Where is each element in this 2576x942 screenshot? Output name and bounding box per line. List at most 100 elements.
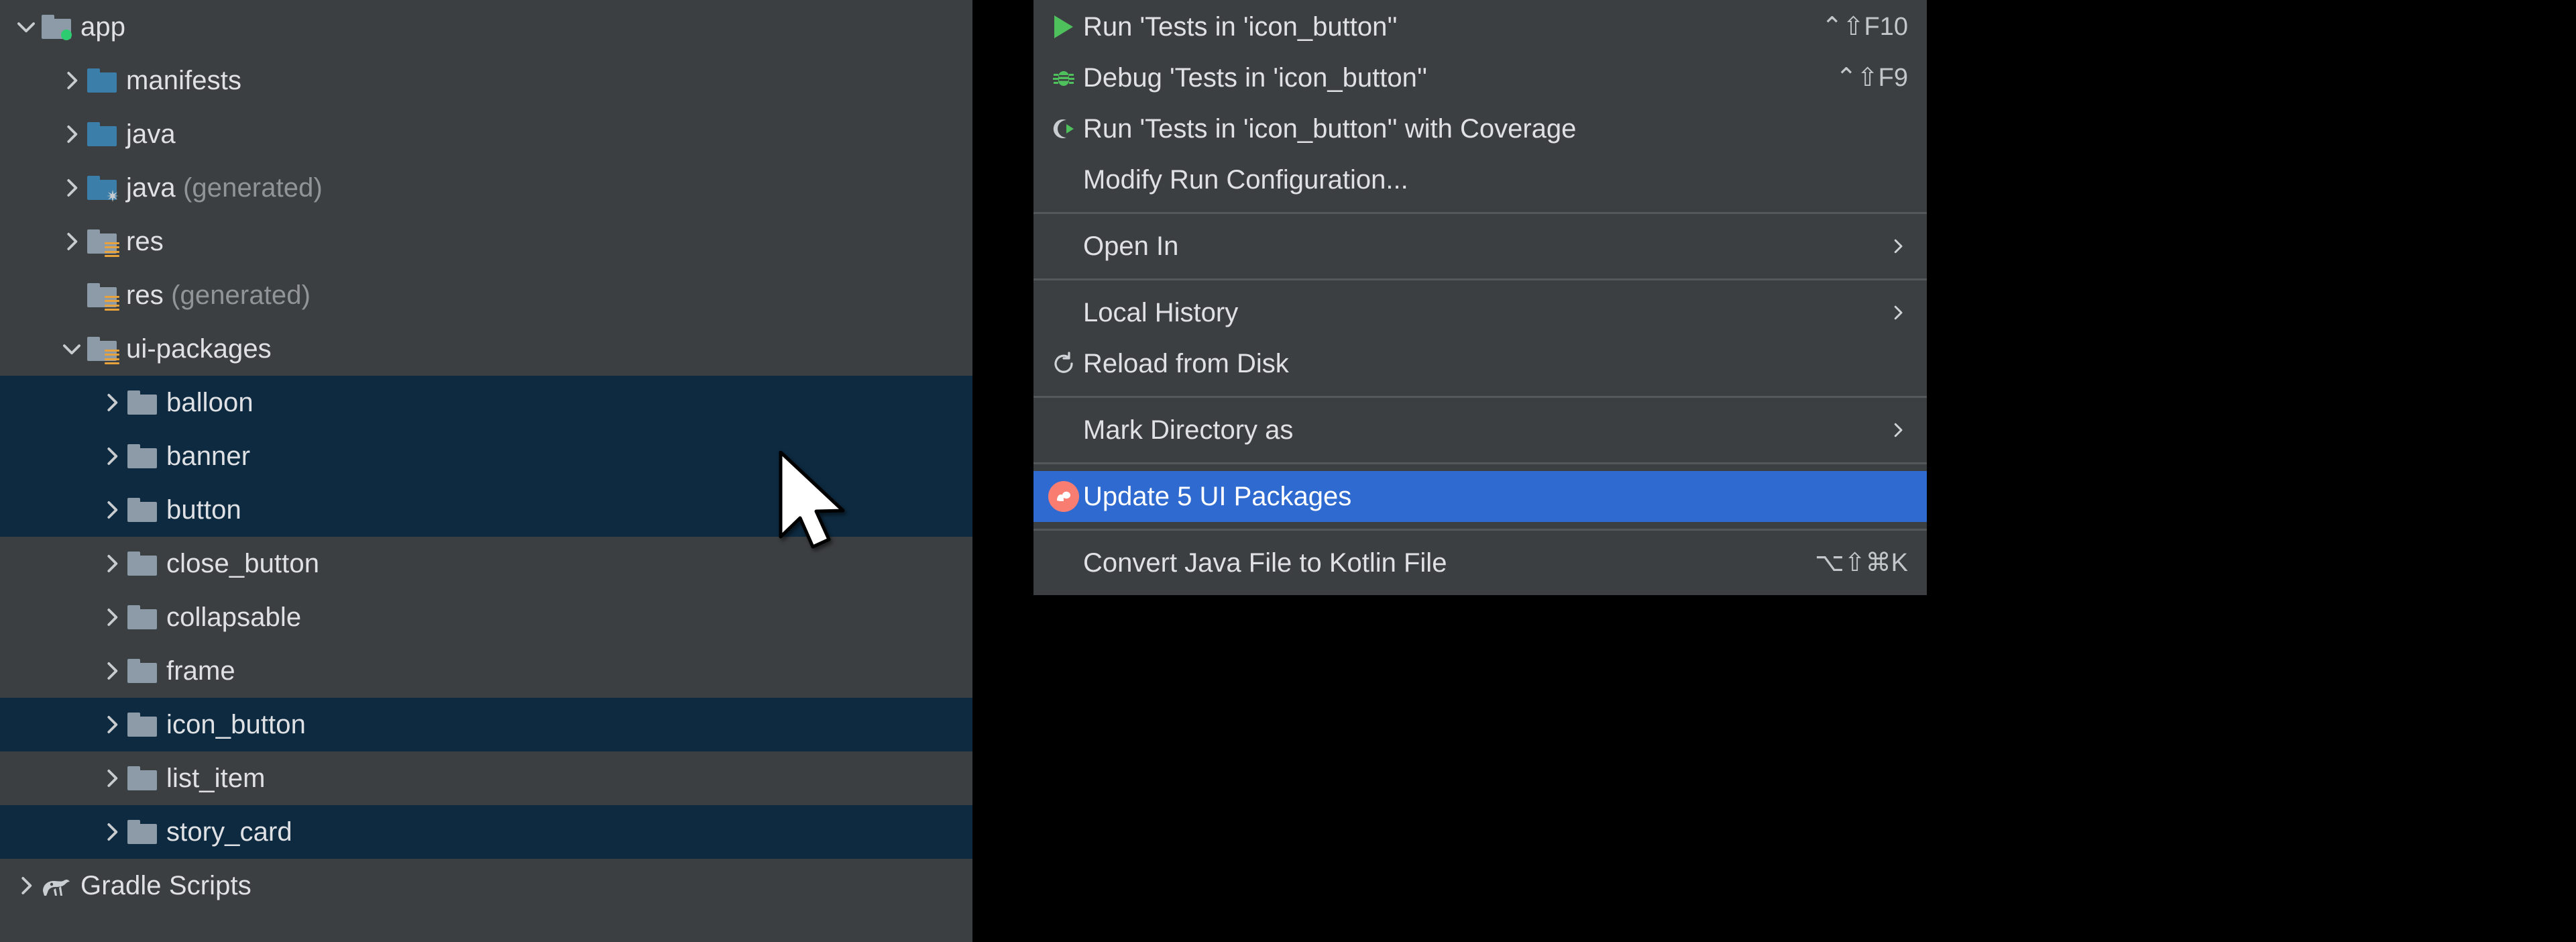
tree-row-icon-button[interactable]: icon_button	[0, 698, 972, 751]
tree-row-story-card[interactable]: story_card	[0, 805, 972, 859]
tree-row-balloon[interactable]: balloon	[0, 376, 972, 429]
folder-icon-wrap	[85, 331, 119, 366]
menu-item-shortcut: ⌃⇧F9	[1835, 64, 1908, 92]
folder-icon	[87, 176, 119, 202]
tree-row-label: balloon	[166, 388, 254, 417]
tree-row-label: close_button	[166, 549, 320, 578]
menu-item-label: Modify Run Configuration...	[1083, 165, 1408, 195]
tree-row-label: res	[126, 227, 164, 256]
tree-row-label: res (generated)	[126, 280, 311, 310]
chevron-right-icon[interactable]	[99, 819, 125, 845]
tree-row-label: icon_button	[166, 710, 306, 739]
menu-item-icon	[1044, 413, 1083, 448]
menu-group: Mark Directory as	[1033, 398, 1927, 462]
folder-icon-wrap	[125, 815, 160, 849]
folder-icon	[127, 659, 157, 683]
chevron-down-icon[interactable]	[59, 336, 85, 362]
folder-icon-wrap	[125, 546, 160, 581]
chevron-right-icon[interactable]	[99, 658, 125, 684]
folder-icon-wrap	[85, 63, 119, 98]
menu-group: Open In	[1033, 214, 1927, 278]
chevron-right-icon[interactable]	[59, 68, 85, 93]
chevron-right-icon[interactable]	[13, 873, 39, 898]
folder-icon-wrap	[85, 278, 119, 313]
project-tree-panel[interactable]: app manifests java java (generated) res res (…	[0, 0, 972, 942]
chevron-right-icon[interactable]	[99, 766, 125, 791]
tree-row-java[interactable]: java	[0, 107, 972, 161]
menu-item-label: Update 5 UI Packages	[1083, 482, 1352, 511]
chevron-right-icon[interactable]	[59, 229, 85, 254]
chevron-right-icon[interactable]	[59, 121, 85, 147]
folder-icon-wrap	[125, 653, 160, 688]
menu-item-mark-directory-as[interactable]: Mark Directory as	[1033, 405, 1927, 456]
menu-item-label: Run 'Tests in 'icon_button'' with Covera…	[1083, 114, 1577, 144]
chevron-right-icon[interactable]	[99, 443, 125, 469]
menu-item-debug-tests-in-icon-button[interactable]: Debug 'Tests in 'icon_button'' ⌃⇧F9	[1033, 52, 1927, 103]
chevron-right-icon[interactable]	[99, 605, 125, 630]
menu-item-icon	[1044, 162, 1083, 197]
tree-row-list-item[interactable]: list_item	[0, 751, 972, 805]
tree-row-label: Gradle Scripts	[80, 871, 251, 900]
menu-item-label: Mark Directory as	[1083, 415, 1294, 445]
menu-item-label: Convert Java File to Kotlin File	[1083, 548, 1447, 578]
tree-row-close-button[interactable]: close_button	[0, 537, 972, 590]
folder-icon	[42, 15, 72, 40]
context-menu[interactable]: Run 'Tests in 'icon_button'' ⌃⇧F10 Debug '…	[1033, 0, 1927, 595]
menu-item-modify-run-configuration[interactable]: Modify Run Configuration...	[1033, 154, 1927, 205]
menu-item-local-history[interactable]: Local History	[1033, 287, 1927, 338]
tree-row-button[interactable]: button	[0, 483, 972, 537]
run-icon	[1054, 15, 1073, 38]
folder-icon	[127, 605, 157, 629]
folder-icon	[87, 337, 119, 364]
gradle-icon-wrap	[39, 868, 74, 903]
tree-row-collapsable[interactable]: collapsable	[0, 590, 972, 644]
menu-group: Convert Java File to Kotlin File ⌥⇧⌘K	[1033, 531, 1927, 595]
tree-row-java-generated-[interactable]: java (generated)	[0, 161, 972, 215]
menu-item-open-in[interactable]: Open In	[1033, 221, 1927, 272]
tree-row-banner[interactable]: banner	[0, 429, 972, 483]
menu-item-convert-java-file-to-kotlin-file[interactable]: Convert Java File to Kotlin File ⌥⇧⌘K	[1033, 537, 1927, 588]
folder-icon	[87, 122, 117, 146]
folder-icon	[127, 390, 157, 415]
tree-row-frame[interactable]: frame	[0, 644, 972, 698]
tree-row-label: story_card	[166, 817, 292, 847]
folder-icon-wrap	[125, 707, 160, 742]
tree-row-label: banner	[166, 441, 251, 471]
tree-row-gradle-scripts[interactable]: Gradle Scripts	[0, 859, 972, 912]
chevron-right-icon[interactable]	[99, 712, 125, 737]
folder-icon	[87, 229, 119, 257]
menu-item-run-tests-in-icon-button[interactable]: Run 'Tests in 'icon_button'' ⌃⇧F10	[1033, 1, 1927, 52]
folder-icon-wrap	[85, 224, 119, 259]
tree-row-label: app	[80, 12, 126, 42]
menu-item-label: Local History	[1083, 298, 1239, 327]
tree-row-manifests[interactable]: manifests	[0, 54, 972, 107]
generated-badge	[105, 188, 121, 204]
gradle-icon	[41, 874, 72, 898]
update-packages-icon	[1048, 481, 1079, 512]
menu-item-icon	[1044, 111, 1083, 146]
coverage-icon	[1050, 115, 1077, 142]
tree-row-res-generated-[interactable]: res (generated)	[0, 268, 972, 322]
folder-icon-wrap	[125, 761, 160, 796]
tree-row-app[interactable]: app	[0, 0, 972, 54]
folder-icon	[127, 444, 157, 468]
module-marker-dot	[61, 30, 72, 40]
menu-item-label: Debug 'Tests in 'icon_button''	[1083, 63, 1428, 93]
chevron-right-icon[interactable]	[99, 497, 125, 523]
folder-icon	[127, 552, 157, 576]
tree-row-label: frame	[166, 656, 235, 686]
menu-item-run-tests-in-icon-button-with-coverage[interactable]: Run 'Tests in 'icon_button'' with Covera…	[1033, 103, 1927, 154]
menu-item-reload-from-disk[interactable]: Reload from Disk	[1033, 338, 1927, 389]
folder-icon	[87, 283, 119, 311]
tree-row-res[interactable]: res	[0, 215, 972, 268]
chevron-right-icon[interactable]	[59, 175, 85, 201]
chevron-down-icon[interactable]	[13, 14, 39, 40]
menu-item-icon	[1044, 346, 1083, 381]
folder-icon-wrap	[125, 439, 160, 474]
chevron-right-icon[interactable]	[99, 551, 125, 576]
menu-item-update-5-ui-packages[interactable]: Update 5 UI Packages	[1033, 471, 1927, 522]
menu-item-icon	[1044, 479, 1083, 514]
tree-row-ui-packages[interactable]: ui-packages	[0, 322, 972, 376]
submenu-chevron-right-icon	[1888, 236, 1908, 256]
chevron-right-icon[interactable]	[99, 390, 125, 415]
